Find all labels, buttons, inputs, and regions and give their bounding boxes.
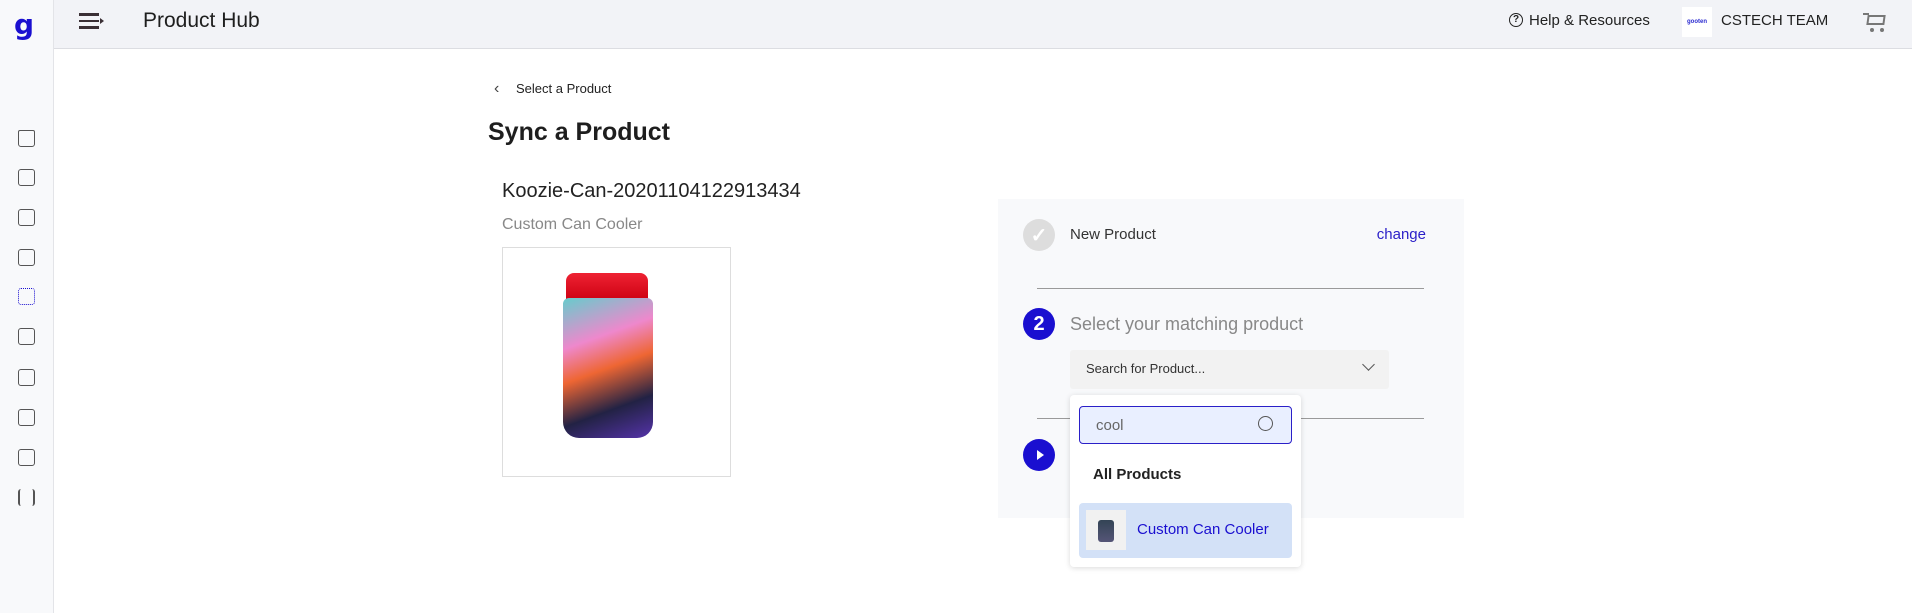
step1-check-icon: ✓ — [1023, 219, 1055, 251]
sidebar: g — [0, 0, 54, 613]
home-icon[interactable] — [18, 130, 35, 147]
option-label: Custom Can Cooler — [1137, 521, 1269, 538]
step2-number: 2 — [1023, 308, 1055, 340]
archive-icon[interactable] — [18, 449, 35, 466]
option-custom-can-cooler[interactable]: Custom Can Cooler — [1079, 503, 1292, 558]
calculator-icon[interactable] — [18, 409, 35, 426]
product-image — [502, 247, 731, 477]
chevron-down-icon[interactable] — [1362, 358, 1375, 371]
step2-label: Select your matching product — [1070, 314, 1304, 334]
search-icon[interactable] — [1258, 416, 1273, 431]
product-hub-icon[interactable] — [18, 288, 35, 305]
search-value: cool — [1096, 417, 1124, 434]
top-header: Product Hub ? Help & Resources gooten CS… — [54, 0, 1912, 49]
help-icon[interactable]: ? — [1509, 13, 1523, 27]
option-thumbnail — [1086, 510, 1126, 550]
menu-icon[interactable] — [79, 13, 104, 29]
reports-icon[interactable] — [18, 369, 35, 386]
product-dropdown-menu: cool All Products Custom Can Cooler — [1070, 395, 1301, 567]
brand-logo[interactable]: g — [14, 8, 34, 41]
team-name[interactable]: CSTECH TEAM — [1721, 12, 1828, 29]
divider — [1037, 288, 1424, 289]
product-search-dropdown[interactable]: Search for Product... — [1070, 350, 1389, 389]
store-icon[interactable] — [18, 328, 35, 345]
dropdown-search-input[interactable]: cool — [1079, 406, 1292, 444]
settings-sliders-icon[interactable] — [18, 489, 35, 506]
upload-icon[interactable] — [18, 209, 35, 226]
cart-icon[interactable] — [1863, 11, 1887, 33]
dropdown-placeholder: Search for Product... — [1086, 361, 1206, 376]
group-label: All Products — [1093, 466, 1182, 483]
back-link[interactable]: Select a Product — [516, 81, 611, 96]
page-title: Sync a Product — [488, 118, 670, 146]
step1-label: New Product — [1070, 226, 1156, 243]
back-chevron-icon[interactable]: ‹ — [494, 80, 499, 98]
help-resources-link[interactable]: Help & Resources — [1529, 12, 1650, 29]
team-logo: gooten — [1682, 7, 1712, 37]
app-title: Product Hub — [143, 9, 260, 32]
orders-icon[interactable] — [18, 249, 35, 266]
change-link[interactable]: change — [1377, 226, 1426, 243]
product-type: Custom Can Cooler — [502, 216, 643, 233]
catalog-icon[interactable] — [18, 169, 35, 186]
step3-play-icon — [1023, 439, 1055, 471]
product-name: Koozie-Can-20201104122913434 — [502, 180, 801, 202]
